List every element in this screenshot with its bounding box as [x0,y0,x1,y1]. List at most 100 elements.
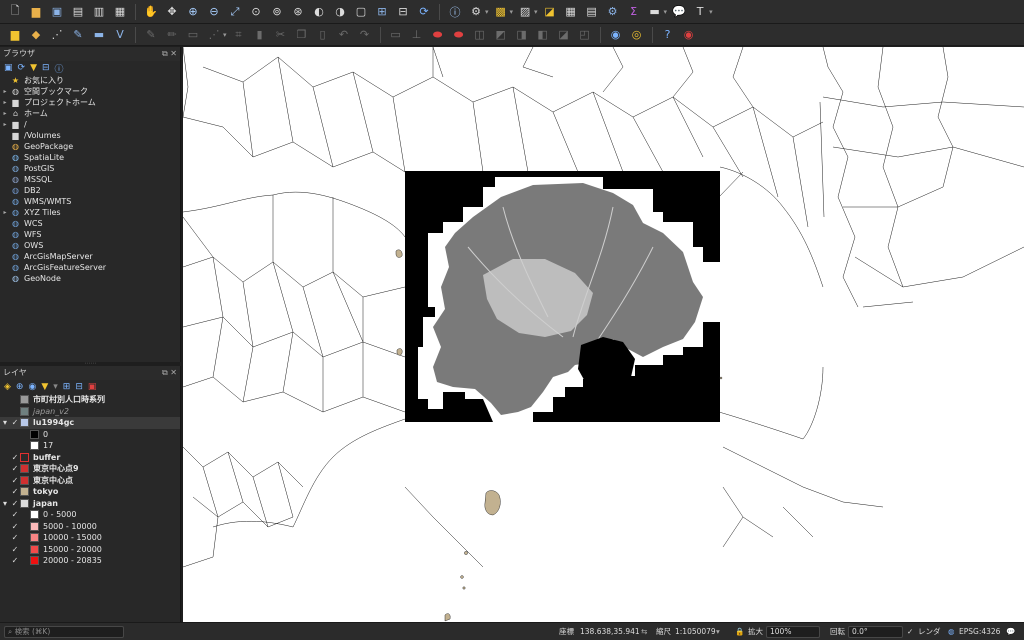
delete-selected-icon[interactable]: ▮ [251,26,269,44]
select-features-icon[interactable]: ▩ [492,3,510,21]
chevron-down-icon[interactable]: ▾ [485,8,489,16]
field-calculator-icon[interactable]: ▤ [583,3,601,21]
layer-visibility-checkbox[interactable]: ✓ [10,475,20,487]
globe-icon[interactable]: ◉ [607,26,625,44]
add-selected-icon[interactable]: ▣ [4,63,13,73]
add-feature-icon[interactable]: ⋰ [205,26,223,44]
statistical-summary-icon[interactable]: Σ [625,3,643,21]
help-icon[interactable]: ? [659,26,677,44]
identify-icon[interactable]: ⓘ [446,3,464,21]
lock-scale-icon[interactable]: 🔒 [735,623,744,640]
redo-icon[interactable]: ↷ [356,26,374,44]
layer-styling-icon[interactable]: ◈ [4,382,11,392]
python-console-icon[interactable]: ◎ [628,26,646,44]
new-temp-layer-icon[interactable]: ▬ [90,26,108,44]
undo-icon[interactable]: ↶ [335,26,353,44]
map-canvas[interactable] [183,47,1024,622]
zoom-in-icon[interactable]: ⊕ [184,3,202,21]
expand-arrow-icon[interactable]: ▸ [0,119,10,130]
new-geopackage-icon[interactable]: ◆ [27,26,45,44]
layer-item[interactable]: 市町村別人口時系列 [0,394,180,406]
legend-class-item[interactable]: ✓ 20000 - 20835 [0,555,180,567]
new-bookmark-icon[interactable]: ⊞ [373,3,391,21]
new-project-icon[interactable]: 🗋 [6,3,24,21]
digitize-icon[interactable]: ✎ [69,26,87,44]
panel-float-close-icon[interactable]: ⧉ ✕ [162,47,177,61]
pan-icon[interactable]: ✋ [142,3,160,21]
measure-icon[interactable]: ▬ [646,3,664,21]
save-project-icon[interactable]: ▣ [48,3,66,21]
label-diagram-icon[interactable]: ◰ [576,26,594,44]
legend-class-item[interactable]: ✓ 10000 - 15000 [0,532,180,544]
browser-item[interactable]: ◍ WCS [0,218,180,229]
expand-arrow-icon[interactable]: ▸ [0,97,10,108]
browser-item[interactable]: ▸ ▆ / [0,119,180,130]
rotation-input[interactable]: 0.0° [848,626,903,638]
label-properties-icon[interactable]: ◪ [555,26,573,44]
layer-visibility-checkbox[interactable]: ✓ [10,417,20,429]
print-layout-icon[interactable]: ▥ [90,3,108,21]
filter-expression-icon[interactable]: ▾ [53,382,58,392]
processing-toolbox-icon[interactable]: ⚙ [604,3,622,21]
expand-arrow-icon[interactable]: ▾ [0,498,10,510]
label-rotate-icon[interactable]: ◩ [492,26,510,44]
layer-visibility-checkbox[interactable]: ✓ [10,544,20,556]
show-bookmarks-icon[interactable]: ⊟ [394,3,412,21]
crs-globe-icon[interactable]: ◍ [948,623,955,640]
add-group-icon[interactable]: ⊕ [16,382,24,392]
cut-features-icon[interactable]: ✂ [272,26,290,44]
browser-item[interactable]: ◍ WFS [0,229,180,240]
browser-item[interactable]: ◍ ArcGisFeatureServer [0,262,180,273]
pin-labels-icon[interactable]: ⊥ [408,26,426,44]
messages-icon[interactable]: 💬 [1006,623,1015,640]
legend-class-item[interactable]: ✓ 0 - 5000 [0,509,180,521]
zoom-native-icon[interactable]: ⊛ [289,3,307,21]
text-annotation-icon[interactable]: T [691,3,709,21]
browser-item[interactable]: ◍ WMS/WMTS [0,196,180,207]
filter-icon[interactable]: ▼ [30,63,37,73]
chevron-down-icon[interactable]: ▾ [510,8,514,16]
coordinate-value[interactable]: 138.638,35.941 [580,623,640,640]
browser-item[interactable]: ◍ GeoNode [0,273,180,284]
layer-item[interactable]: japan_v2 [0,406,180,418]
layer-visibility-checkbox[interactable]: ✓ [10,555,20,567]
pan-to-selection-icon[interactable]: ✥ [163,3,181,21]
render-checkbox[interactable]: ✓ [907,623,913,640]
zoom-to-selection-icon[interactable]: ⊙ [247,3,265,21]
manage-map-themes-icon[interactable]: ◉ [28,382,36,392]
zoom-last-icon[interactable]: ◐ [310,3,328,21]
label-show-hide-icon[interactable]: ⬬ [450,26,468,44]
layer-visibility-checkbox[interactable]: ✓ [10,498,20,510]
layer-visibility-checkbox[interactable]: ✓ [10,486,20,498]
zoom-next-icon[interactable]: ◑ [331,3,349,21]
expand-all-icon[interactable]: ⊞ [63,382,71,392]
attribute-table-icon[interactable]: ▦ [562,3,580,21]
browser-item[interactable]: ◍ SpatiaLite [0,152,180,163]
layer-visibility-checkbox[interactable]: ✓ [10,521,20,533]
scale-dropdown-icon[interactable]: ▾ [716,623,720,640]
legend-class-item[interactable]: ✓ 15000 - 20000 [0,544,180,556]
layer-item[interactable]: ✓ 東京中心点 [0,475,180,487]
legend-class-item[interactable]: 17 [0,440,180,452]
save-edits-icon[interactable]: ▭ [184,26,202,44]
browser-item[interactable]: ◍ PostGIS [0,163,180,174]
layer-visibility-checkbox[interactable]: ✓ [10,509,20,521]
browser-item[interactable]: ◍ DB2 [0,185,180,196]
layer-visibility-checkbox[interactable]: ✓ [10,452,20,464]
browser-item[interactable]: ▸ ▆ プロジェクトホーム [0,97,180,108]
chevron-down-icon[interactable]: ▾ [223,31,227,39]
browser-item[interactable]: ▸ ◍ 空間ブックマーク [0,86,180,97]
refresh-icon[interactable]: ⟳ [415,3,433,21]
zoom-out-icon[interactable]: ⊖ [205,3,223,21]
magnifier-input[interactable]: 100% [766,626,820,638]
layer-visibility-checkbox[interactable]: ✓ [10,463,20,475]
scale-value[interactable]: 1:1050079 [675,623,716,640]
label-change-icon[interactable]: ◨ [513,26,531,44]
locator-search-input[interactable]: ⌕ 検索 (⌘K) [4,626,124,638]
save-as-icon[interactable]: ▤ [69,3,87,21]
deselect-icon[interactable]: ◪ [541,3,559,21]
browser-item[interactable]: ▸ ⌂ ホーム [0,108,180,119]
layer-visibility-checkbox[interactable]: ✓ [10,532,20,544]
collapse-all-icon[interactable]: ⊟ [75,382,83,392]
browser-item[interactable]: ◍ GeoPackage [0,141,180,152]
